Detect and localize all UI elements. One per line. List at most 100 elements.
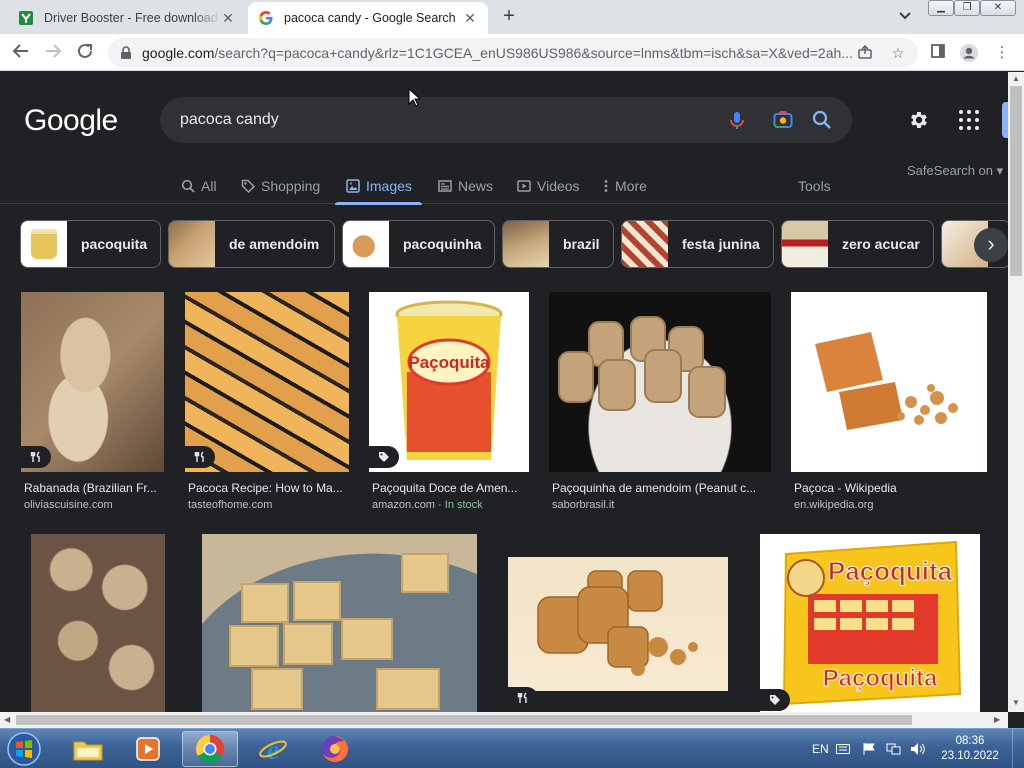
tab-label: Videos	[537, 178, 580, 194]
microphone-icon[interactable]	[726, 109, 748, 131]
tab-news[interactable]: News	[437, 168, 493, 204]
google-favicon	[258, 10, 274, 26]
google-logo[interactable]: Google	[24, 104, 118, 138]
chip-festa-junina[interactable]: festa junina	[621, 220, 774, 268]
media-player-icon	[136, 737, 160, 761]
scroll-left-arrow-icon[interactable]: ◀	[4, 715, 10, 724]
image-result[interactable]: Paçoca - Wikipedia en.wikipedia.org	[791, 292, 987, 517]
result-title[interactable]: Rabanada (Brazilian Fr...	[24, 481, 164, 495]
chip-label: brazil	[563, 236, 600, 252]
search-icon[interactable]	[811, 109, 833, 131]
result-title[interactable]: Pacoca Recipe: How to Ma...	[188, 481, 348, 495]
result-thumbnail[interactable]: Paçoquita Paçoquita	[760, 534, 980, 712]
related-search-chips: pacoquita de amendoim pacoquinha brazil …	[20, 220, 1008, 268]
scrollbar-thumb[interactable]	[1010, 86, 1022, 276]
result-thumbnail[interactable]	[31, 534, 165, 712]
browser-tab-google-search[interactable]: pacoca candy - Google Search ✕	[248, 2, 488, 34]
horizontal-scrollbar[interactable]: ◀ ▶	[0, 712, 1008, 728]
chip-pacoquita[interactable]: pacoquita	[20, 220, 161, 268]
result-thumbnail[interactable]	[202, 534, 477, 712]
scrollbar-thumb[interactable]	[16, 715, 912, 725]
image-result[interactable]	[202, 534, 477, 712]
taskbar-firefox[interactable]	[307, 731, 363, 767]
reload-button[interactable]	[74, 42, 96, 64]
system-clock[interactable]: 08:36 23.10.2022	[934, 734, 1006, 764]
search-box[interactable]	[160, 97, 852, 143]
image-result[interactable]: Pacoca Recipe: How to Ma... tasteofhome.…	[185, 292, 349, 517]
side-panel-icon[interactable]	[928, 43, 948, 63]
close-tab-icon[interactable]: ✕	[220, 10, 236, 26]
profile-avatar-icon[interactable]	[959, 43, 979, 63]
language-indicator[interactable]: EN	[812, 729, 829, 768]
browser-tab-driver-booster[interactable]: Driver Booster - Free download a ✕	[8, 2, 246, 34]
result-thumbnail[interactable]: Paçoquita	[369, 292, 529, 472]
volume-icon[interactable]	[910, 729, 926, 768]
google-lens-icon[interactable]	[772, 109, 794, 131]
chevron-right-icon[interactable]: ›	[974, 228, 1008, 262]
chip-zero-acucar[interactable]: zero acucar	[781, 220, 934, 268]
chrome-menu-icon[interactable]: ⋮	[992, 43, 1012, 63]
result-source[interactable]: saborbrasil.it	[552, 499, 614, 511]
chip-brazil[interactable]: brazil	[502, 220, 614, 268]
taskbar-chrome[interactable]	[182, 731, 238, 767]
image-result[interactable]: Paçoquita Paçoquita	[760, 534, 980, 712]
chip-pacoquinha[interactable]: pacoquinha	[342, 220, 495, 268]
forward-button[interactable]	[42, 42, 64, 64]
close-window-button[interactable]: ✕	[980, 0, 1016, 16]
result-title[interactable]: Paçoquita Doce de Amen...	[372, 481, 528, 495]
taskbar-internet-explorer[interactable]: e	[245, 731, 301, 767]
image-result[interactable]	[508, 557, 728, 712]
close-tab-icon[interactable]: ✕	[462, 10, 478, 26]
bookmark-star-icon[interactable]: ☆	[889, 44, 907, 62]
result-title[interactable]: Paçoca - Wikipedia	[794, 481, 984, 495]
chip-de-amendoim[interactable]: de amendoim	[168, 220, 335, 268]
address-bar[interactable]: google.com/search?q=pacoca+candy&rlz=1C1…	[108, 38, 918, 67]
tab-search-chevron-icon[interactable]	[896, 8, 914, 26]
tab-all[interactable]: All	[180, 168, 217, 204]
show-desktop-button[interactable]	[1012, 729, 1024, 768]
share-icon[interactable]	[856, 44, 874, 62]
result-thumbnail[interactable]	[508, 557, 728, 691]
vertical-scrollbar[interactable]: ▲ ▼	[1008, 72, 1024, 712]
result-source[interactable]: oliviascuisine.com	[24, 499, 113, 511]
action-center-flag-icon[interactable]	[862, 729, 876, 768]
result-thumbnail[interactable]	[549, 292, 771, 472]
taskbar-file-explorer[interactable]	[60, 731, 116, 767]
keyboard-icon[interactable]	[836, 729, 850, 768]
search-input[interactable]	[180, 109, 700, 131]
google-apps-grid-icon[interactable]	[959, 110, 979, 130]
start-button[interactable]	[4, 731, 44, 767]
url-text[interactable]: google.com/search?q=pacoca+candy&rlz=1C1…	[142, 45, 852, 61]
taskbar-media-player[interactable]	[120, 731, 176, 767]
tab-videos[interactable]: Videos	[516, 168, 580, 204]
settings-gear-icon[interactable]	[908, 109, 930, 131]
maximize-button[interactable]: ❐	[954, 0, 980, 16]
scroll-up-arrow-icon[interactable]: ▲	[1012, 74, 1020, 83]
result-source[interactable]: tasteofhome.com	[188, 499, 272, 511]
lock-icon[interactable]	[120, 46, 132, 65]
scroll-down-arrow-icon[interactable]: ▼	[1012, 698, 1020, 707]
tools-button[interactable]: Tools	[798, 178, 831, 194]
result-thumbnail[interactable]	[185, 292, 349, 472]
tab-more[interactable]: More	[602, 168, 647, 204]
tab-shopping[interactable]: Shopping	[240, 168, 320, 204]
chrome-icon	[196, 735, 224, 763]
tab-images[interactable]: Images	[335, 168, 422, 205]
back-button[interactable]	[10, 42, 32, 64]
clock-time: 08:36	[955, 735, 985, 747]
scroll-right-arrow-icon[interactable]: ▶	[994, 715, 1000, 724]
new-tab-button[interactable]: +	[498, 6, 520, 28]
network-icon[interactable]	[886, 729, 902, 768]
result-title[interactable]: Paçoquinha de amendoim (Peanut c...	[552, 481, 770, 495]
image-result[interactable]: Rabanada (Brazilian Fr... oliviascuisine…	[21, 292, 164, 517]
image-result[interactable]: Paçoquinha de amendoim (Peanut c... sabo…	[549, 292, 771, 517]
image-result[interactable]: Paçoquita Paçoquita Doce de Amen... amaz…	[369, 292, 529, 517]
minimize-button[interactable]: ▁	[928, 0, 954, 16]
recipe-icon	[185, 446, 215, 468]
result-source[interactable]: en.wikipedia.org	[794, 499, 874, 511]
result-thumbnail[interactable]	[791, 292, 987, 472]
result-source[interactable]: amazon.com · In stock	[372, 499, 483, 511]
result-thumbnail[interactable]	[21, 292, 164, 472]
image-result[interactable]	[31, 534, 165, 712]
more-vert-icon	[602, 178, 610, 194]
